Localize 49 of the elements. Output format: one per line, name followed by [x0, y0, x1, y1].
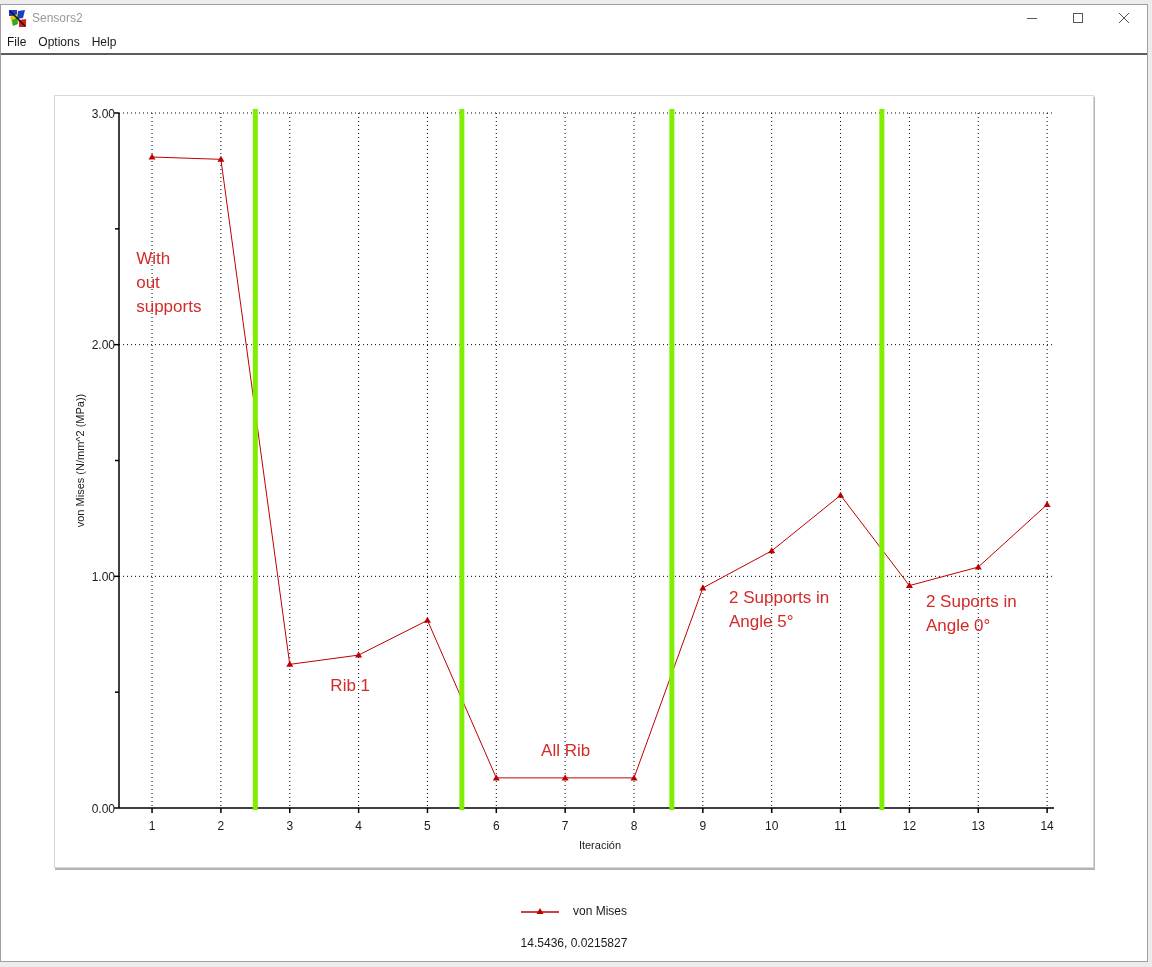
- y-axis-title: von Mises (N/mm^2 (MPa)): [74, 393, 86, 528]
- legend-label: von Mises: [573, 903, 627, 920]
- data-point: [837, 491, 845, 498]
- x-tick-label: 1: [148, 819, 156, 833]
- x-tick-label: 10: [765, 819, 779, 833]
- data-point: [492, 774, 500, 781]
- annotation-label: All Rib: [541, 739, 591, 762]
- x-tick-label: 11: [834, 819, 847, 833]
- x-tick-label: 14: [1040, 819, 1054, 833]
- menu-item[interactable]: Help: [85, 32, 123, 52]
- x-tick-label: 5: [424, 819, 431, 833]
- data-point: [148, 153, 156, 160]
- y-tick-label: 1.00: [91, 569, 115, 584]
- y-tick-label: 2.00: [91, 338, 115, 353]
- window-title: Sensors2: [32, 10, 83, 27]
- close-icon: [1119, 13, 1129, 23]
- maximize-icon: [1073, 13, 1083, 23]
- data-point: [630, 774, 638, 781]
- x-tick-label: 13: [971, 819, 985, 833]
- x-tick-label: 2: [217, 819, 225, 833]
- menu-item[interactable]: File: [1, 32, 33, 52]
- data-point: [423, 616, 431, 623]
- app-icon: [8, 8, 27, 28]
- annotation-label: 2 Supports in Angle 5°: [729, 586, 830, 633]
- x-tick-label: 4: [355, 819, 362, 833]
- annotation-label: Rib 1: [330, 674, 371, 697]
- data-point: [699, 584, 707, 591]
- x-tick-label: 3: [286, 819, 294, 833]
- data-point: [1043, 501, 1051, 507]
- y-tick-label: 3.00: [91, 106, 115, 121]
- data-point: [217, 155, 225, 162]
- data-point: [768, 547, 776, 554]
- data-point: [286, 660, 294, 667]
- annotation-label: With out supports: [136, 248, 202, 319]
- x-tick-label: 12: [902, 819, 917, 833]
- y-tick-label: 0.00: [91, 801, 115, 816]
- x-tick-label: 9: [699, 819, 707, 833]
- data-point: [355, 651, 363, 658]
- data-point: [905, 582, 913, 589]
- x-tick-label: 6: [492, 819, 500, 833]
- annotation-label: 2 Suports in Angle 0°: [925, 591, 1017, 638]
- cursor-coordinates: 14.5436, 0.0215827: [520, 935, 628, 952]
- x-axis-title: Iteración: [578, 839, 622, 851]
- x-tick-label: 8: [630, 819, 638, 833]
- minimize-icon: [1027, 17, 1037, 19]
- menu-item[interactable]: Options: [32, 32, 86, 52]
- data-point: [974, 563, 982, 570]
- x-tick-label: 7: [561, 819, 569, 833]
- data-point: [561, 774, 569, 781]
